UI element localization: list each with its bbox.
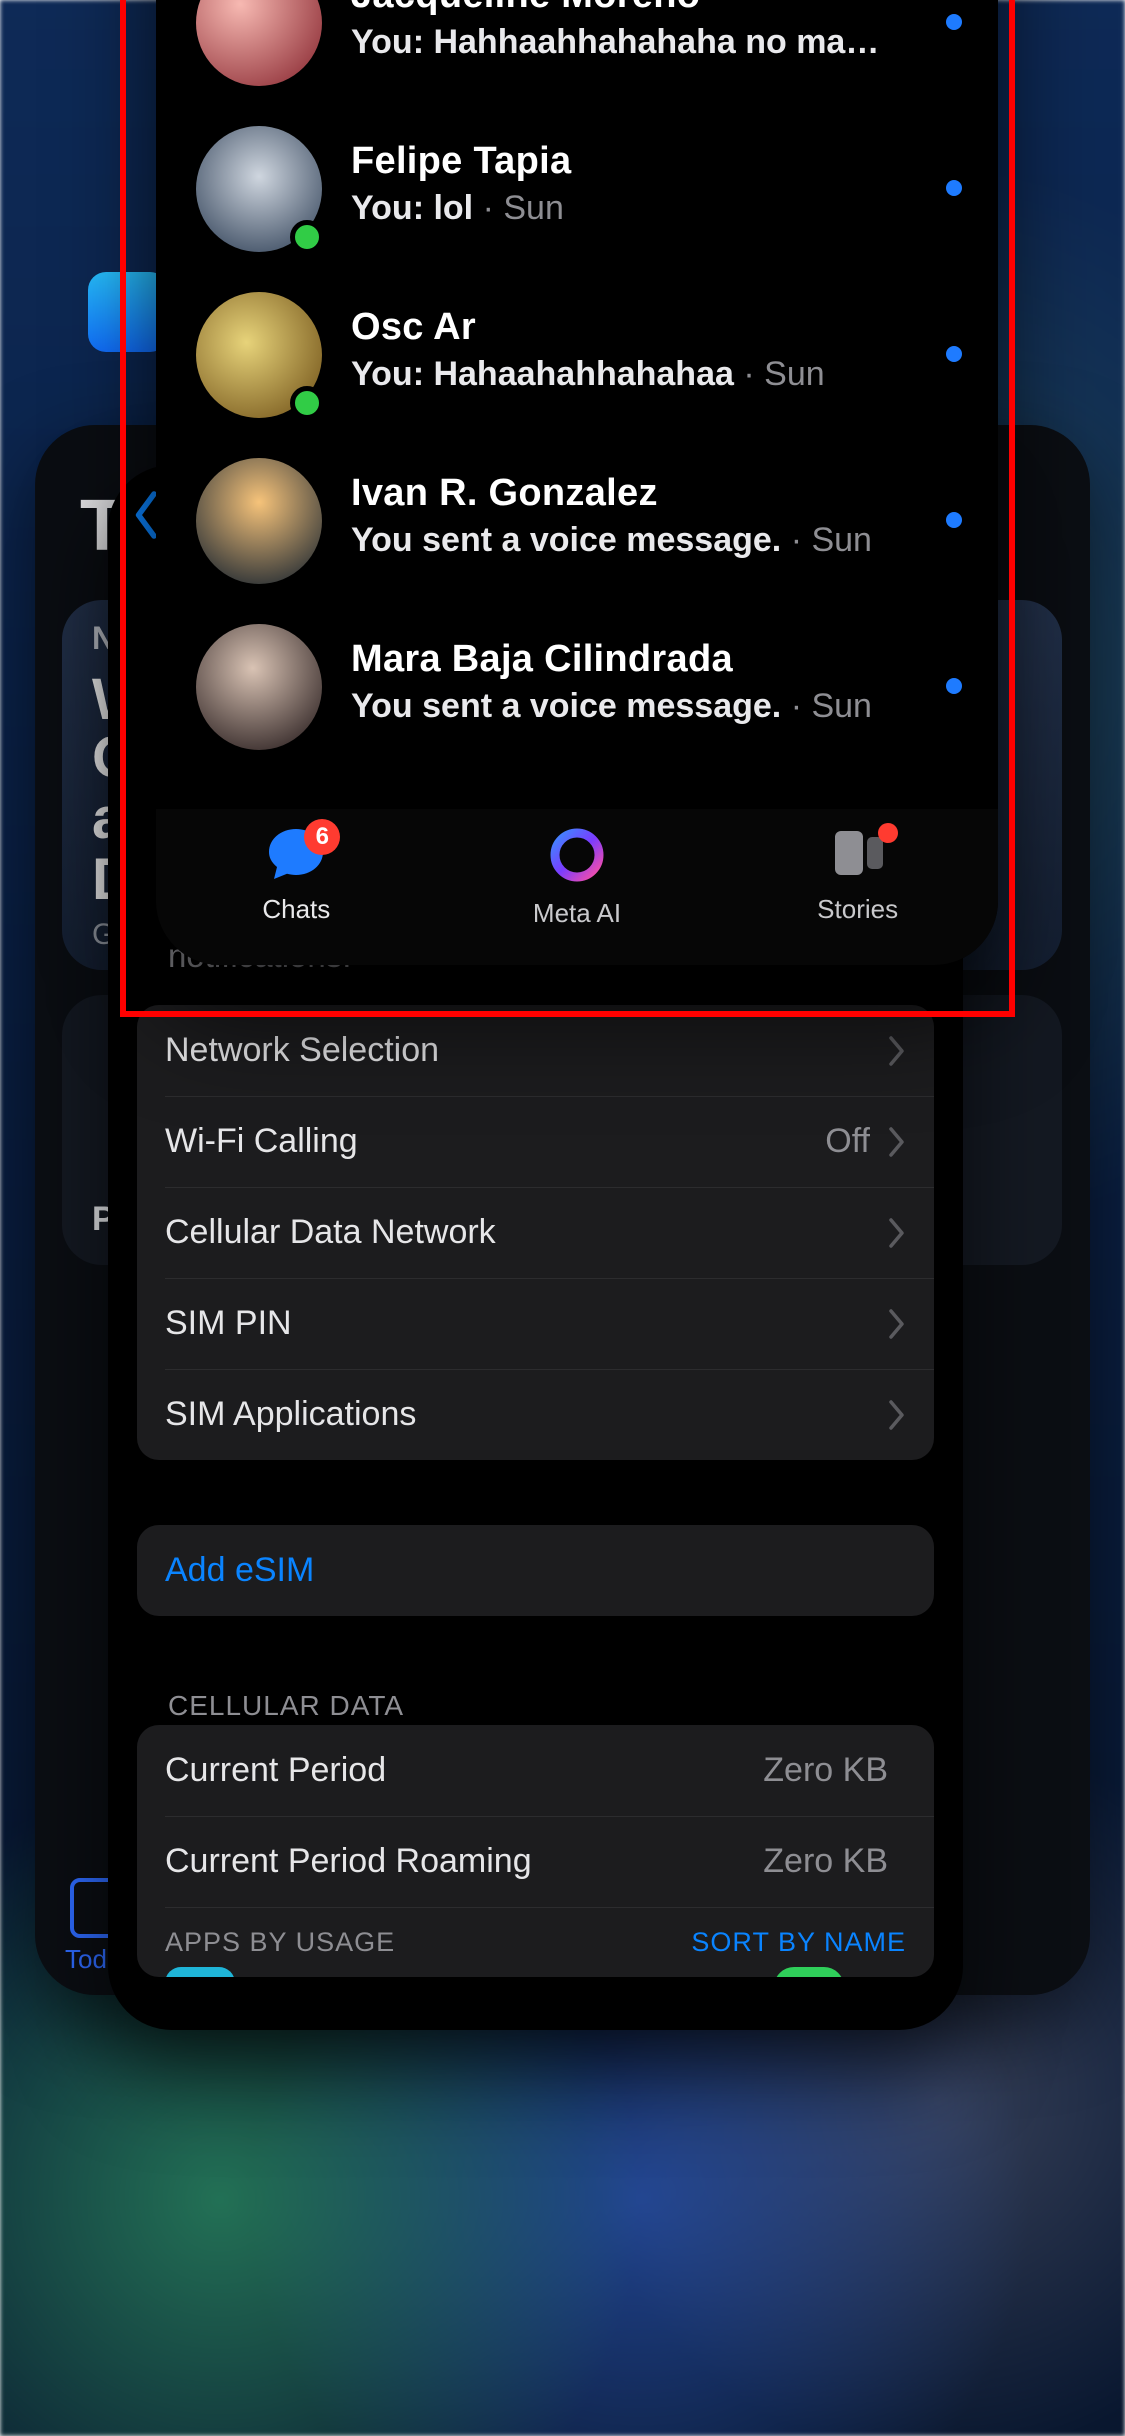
chat-preview: You: lol · Sun (351, 189, 898, 228)
chevron-right-icon (888, 1309, 906, 1339)
row-title: Current Period Roaming (165, 1842, 763, 1881)
messenger-tabbar: 6 Chats Meta AI Stories (156, 809, 998, 965)
tab-stories[interactable]: Stories (768, 825, 948, 925)
app-icon-peek (165, 1967, 235, 1977)
chat-name: Ivan R. Gonzalez (351, 472, 898, 515)
chat-preview: You: Hahhaahhahahaha no man… (351, 23, 898, 62)
meta-ai-ring-icon (547, 825, 607, 885)
app-toggle-peek (774, 1967, 844, 1977)
chat-name: Osc Ar (351, 306, 898, 349)
row-title: Wi-Fi Calling (165, 1122, 825, 1161)
chat-name: Mara Baja Cilindrada (351, 638, 898, 681)
row-wifi-calling[interactable]: Wi-Fi Calling Off (137, 1096, 934, 1187)
row-title: SIM PIN (165, 1304, 888, 1343)
unread-dot-icon (946, 512, 962, 528)
chat-name: Jacqueline Moreno (351, 0, 898, 17)
unread-dot-icon (946, 14, 962, 30)
row-value: Zero KB (763, 1842, 888, 1881)
app-switcher-card-messenger[interactable]: Jacqueline Moreno You: Hahhaahhahahaha n… (156, 0, 998, 965)
chat-preview: You sent a voice message. · Sun (351, 521, 898, 560)
section-header-cellular-data: CELLULAR DATA (168, 1690, 404, 1722)
apps-by-usage-label: APPS BY USAGE (165, 1927, 395, 1958)
chat-row[interactable]: Felipe Tapia You: lol · Sun (156, 106, 998, 272)
chats-badge: 6 (304, 819, 340, 855)
avatar[interactable] (196, 292, 322, 418)
chat-row[interactable]: Mara Baja Cilindrada You sent a voice me… (156, 604, 998, 770)
avatar[interactable] (196, 458, 322, 584)
row-value: Zero KB (763, 1751, 888, 1790)
avatar[interactable] (196, 0, 322, 86)
row-sim-pin[interactable]: SIM PIN (137, 1278, 934, 1369)
row-add-esim[interactable]: Add eSIM (137, 1525, 934, 1616)
row-sim-applications[interactable]: SIM Applications (137, 1369, 934, 1460)
row-title: Network Selection (165, 1031, 888, 1070)
stories-badge-dot-icon (878, 823, 898, 843)
tab-label: Meta AI (487, 898, 667, 929)
tab-label: Chats (206, 894, 386, 925)
chevron-right-icon (888, 1400, 906, 1430)
row-title: Cellular Data Network (165, 1213, 888, 1252)
row-value: Off (825, 1122, 870, 1161)
avatar[interactable] (196, 624, 322, 750)
tab-label: Stories (768, 894, 948, 925)
chevron-right-icon (888, 1036, 906, 1066)
chat-list[interactable]: Jacqueline Moreno You: Hahhaahhahahaha n… (156, 0, 998, 770)
settings-group-network: Network Selection Wi-Fi Calling Off Cell… (137, 1005, 934, 1460)
row-current-period-roaming[interactable]: Current Period Roaming Zero KB (137, 1816, 934, 1907)
chat-row[interactable]: Jacqueline Moreno You: Hahhaahhahahaha n… (156, 0, 998, 106)
unread-dot-icon (946, 678, 962, 694)
row-cellular-data-network[interactable]: Cellular Data Network (137, 1187, 934, 1278)
unread-dot-icon (946, 180, 962, 196)
chat-preview: You: Hahaahahhahahaa · Sun (351, 355, 898, 394)
chevron-right-icon (888, 1218, 906, 1248)
presence-dot-icon (290, 220, 324, 254)
settings-group-data-usage: Current Period Zero KB Current Period Ro… (137, 1725, 934, 1977)
row-current-period[interactable]: Current Period Zero KB (137, 1725, 934, 1816)
row-title: SIM Applications (165, 1395, 888, 1434)
chat-row[interactable]: Osc Ar You: Hahaahahhahahaa · Sun (156, 272, 998, 438)
unread-dot-icon (946, 346, 962, 362)
row-network-selection[interactable]: Network Selection (137, 1005, 934, 1096)
sort-by-name-button[interactable]: SORT BY NAME (691, 1927, 906, 1958)
avatar[interactable] (196, 126, 322, 252)
chat-name: Felipe Tapia (351, 140, 898, 183)
presence-dot-icon (290, 386, 324, 420)
chevron-right-icon (888, 1127, 906, 1157)
tab-chats[interactable]: 6 Chats (206, 825, 386, 925)
row-title: Add eSIM (165, 1551, 906, 1590)
tab-meta-ai[interactable]: Meta AI (487, 825, 667, 929)
settings-group-esim: Add eSIM (137, 1525, 934, 1616)
chat-row[interactable]: Ivan R. Gonzalez You sent a voice messag… (156, 438, 998, 604)
chat-preview: You sent a voice message. · Sun (351, 687, 898, 726)
row-title: Current Period (165, 1751, 763, 1790)
